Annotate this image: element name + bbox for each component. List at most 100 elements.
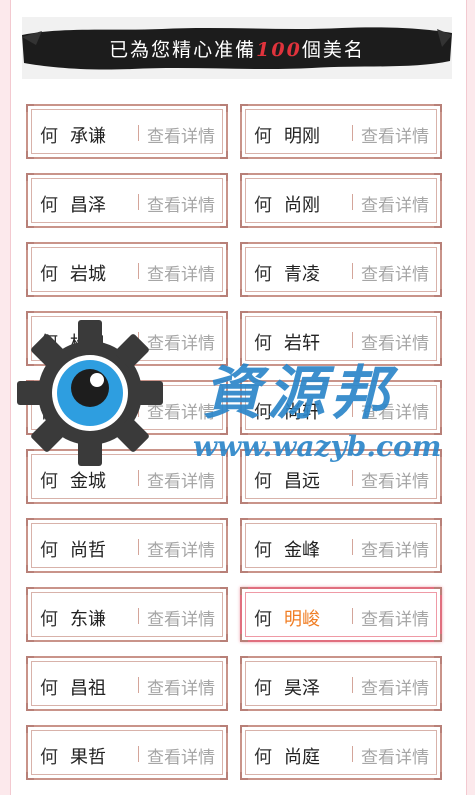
card-corner-ornament	[434, 220, 442, 228]
view-details-link[interactable]: 查看详情	[147, 398, 215, 423]
view-details-link[interactable]: 查看详情	[361, 743, 429, 768]
card-corner-ornament	[26, 242, 34, 250]
name-card[interactable]: 何宜泽 查看详情	[26, 380, 228, 435]
view-details-link[interactable]: 查看详情	[147, 191, 215, 216]
view-details-link[interactable]: 查看详情	[147, 260, 215, 285]
banner-text-after: 個美名	[301, 39, 365, 61]
name-card[interactable]: 何岩城 查看详情	[26, 242, 228, 297]
card-corner-ornament	[220, 518, 228, 526]
name-card[interactable]: 何尚庭 查看详情	[240, 725, 442, 780]
card-corner-ornament	[434, 151, 442, 159]
name-card[interactable]: 何尚轩 查看详情	[240, 380, 442, 435]
card-surname: 何	[254, 333, 272, 354]
view-details-link[interactable]: 查看详情	[147, 536, 215, 561]
card-corner-ornament	[26, 173, 34, 181]
card-corner-ornament	[26, 725, 34, 733]
card-given-name: 承谦	[70, 126, 106, 147]
card-corner-ornament	[240, 772, 248, 780]
card-given-name: 金城	[70, 471, 106, 492]
view-details-link[interactable]: 查看详情	[361, 122, 429, 147]
card-given-name: 青凌	[284, 264, 320, 285]
view-details-link[interactable]: 查看详情	[361, 536, 429, 561]
card-corner-ornament	[220, 311, 228, 319]
name-card[interactable]: 何承谦 查看详情	[26, 104, 228, 159]
name-card[interactable]: 何果哲 查看详情	[26, 725, 228, 780]
card-surname: 何	[40, 333, 58, 354]
card-corner-ornament	[434, 703, 442, 711]
card-given-name: 昌泽	[70, 195, 106, 216]
name-card[interactable]: 何昌泽 查看详情	[26, 173, 228, 228]
card-corner-ornament	[434, 311, 442, 319]
view-details-link[interactable]: 查看详情	[147, 467, 215, 492]
card-surname: 何	[254, 747, 272, 768]
name-card[interactable]: 何岩轩 查看详情	[240, 311, 442, 366]
view-details-link[interactable]: 查看详情	[147, 605, 215, 630]
card-corner-ornament	[240, 427, 248, 435]
name-card[interactable]: 何明峻 查看详情	[240, 587, 442, 642]
name-card[interactable]: 何金城 查看详情	[26, 449, 228, 504]
name-card[interactable]: 何尚刚 查看详情	[240, 173, 442, 228]
card-corner-ornament	[26, 151, 34, 159]
card-divider	[352, 263, 353, 279]
card-corner-ornament	[240, 380, 248, 388]
card-given-name: 金峰	[284, 540, 320, 561]
view-details-link[interactable]: 查看详情	[361, 329, 429, 354]
card-corner-ornament	[26, 703, 34, 711]
card-divider	[138, 263, 139, 279]
view-details-link[interactable]: 查看详情	[147, 674, 215, 699]
card-corner-ornament	[434, 358, 442, 366]
card-surname: 何	[254, 195, 272, 216]
card-corner-ornament	[220, 358, 228, 366]
view-details-link[interactable]: 查看详情	[361, 260, 429, 285]
name-card[interactable]: 何昊泽 查看详情	[240, 656, 442, 711]
page-container: 已為您精心准備100個美名 何承谦 查看详情何明刚 查看详情何昌泽 查看详情何尚刚 查看…	[10, 0, 467, 795]
card-corner-ornament	[434, 518, 442, 526]
card-corner-ornament	[240, 173, 248, 181]
card-corner-ornament	[26, 496, 34, 504]
card-corner-ornament	[220, 173, 228, 181]
card-corner-ornament	[26, 358, 34, 366]
card-surname: 何	[254, 264, 272, 285]
card-corner-ornament	[26, 449, 34, 457]
card-corner-ornament	[434, 289, 442, 297]
view-details-link[interactable]: 查看详情	[147, 329, 215, 354]
card-divider	[352, 539, 353, 555]
card-corner-ornament	[434, 634, 442, 642]
card-corner-ornament	[220, 634, 228, 642]
view-details-link[interactable]: 查看详情	[147, 122, 215, 147]
view-details-link[interactable]: 查看详情	[147, 743, 215, 768]
card-given-name: 尚庭	[284, 747, 320, 768]
card-corner-ornament	[220, 220, 228, 228]
card-corner-ornament	[240, 242, 248, 250]
card-corner-ornament	[240, 656, 248, 664]
card-corner-ornament	[220, 496, 228, 504]
name-card[interactable]: 何尚哲 查看详情	[26, 518, 228, 573]
card-corner-ornament	[434, 772, 442, 780]
card-corner-ornament	[240, 565, 248, 573]
name-card[interactable]: 何昌远 查看详情	[240, 449, 442, 504]
view-details-link[interactable]: 查看详情	[361, 674, 429, 699]
card-corner-ornament	[220, 289, 228, 297]
card-corner-ornament	[26, 380, 34, 388]
card-divider	[138, 332, 139, 348]
card-divider	[138, 125, 139, 141]
card-corner-ornament	[220, 656, 228, 664]
name-card[interactable]: 何松良 查看详情	[26, 311, 228, 366]
card-surname: 何	[40, 402, 58, 423]
name-card[interactable]: 何金峰 查看详情	[240, 518, 442, 573]
card-corner-ornament	[434, 242, 442, 250]
card-divider	[352, 677, 353, 693]
name-card[interactable]: 何青凌 查看详情	[240, 242, 442, 297]
view-details-link[interactable]: 查看详情	[361, 191, 429, 216]
view-details-link[interactable]: 查看详情	[361, 398, 429, 423]
name-card[interactable]: 何明刚 查看详情	[240, 104, 442, 159]
card-corner-ornament	[240, 703, 248, 711]
card-given-name: 岩城	[70, 264, 106, 285]
card-given-name: 松良	[70, 333, 106, 354]
name-card[interactable]: 何东谦 查看详情	[26, 587, 228, 642]
card-surname: 何	[254, 609, 272, 630]
card-given-name: 果哲	[70, 747, 106, 768]
view-details-link[interactable]: 查看详情	[361, 605, 429, 630]
name-card[interactable]: 何昌祖 查看详情	[26, 656, 228, 711]
view-details-link[interactable]: 查看详情	[361, 467, 429, 492]
